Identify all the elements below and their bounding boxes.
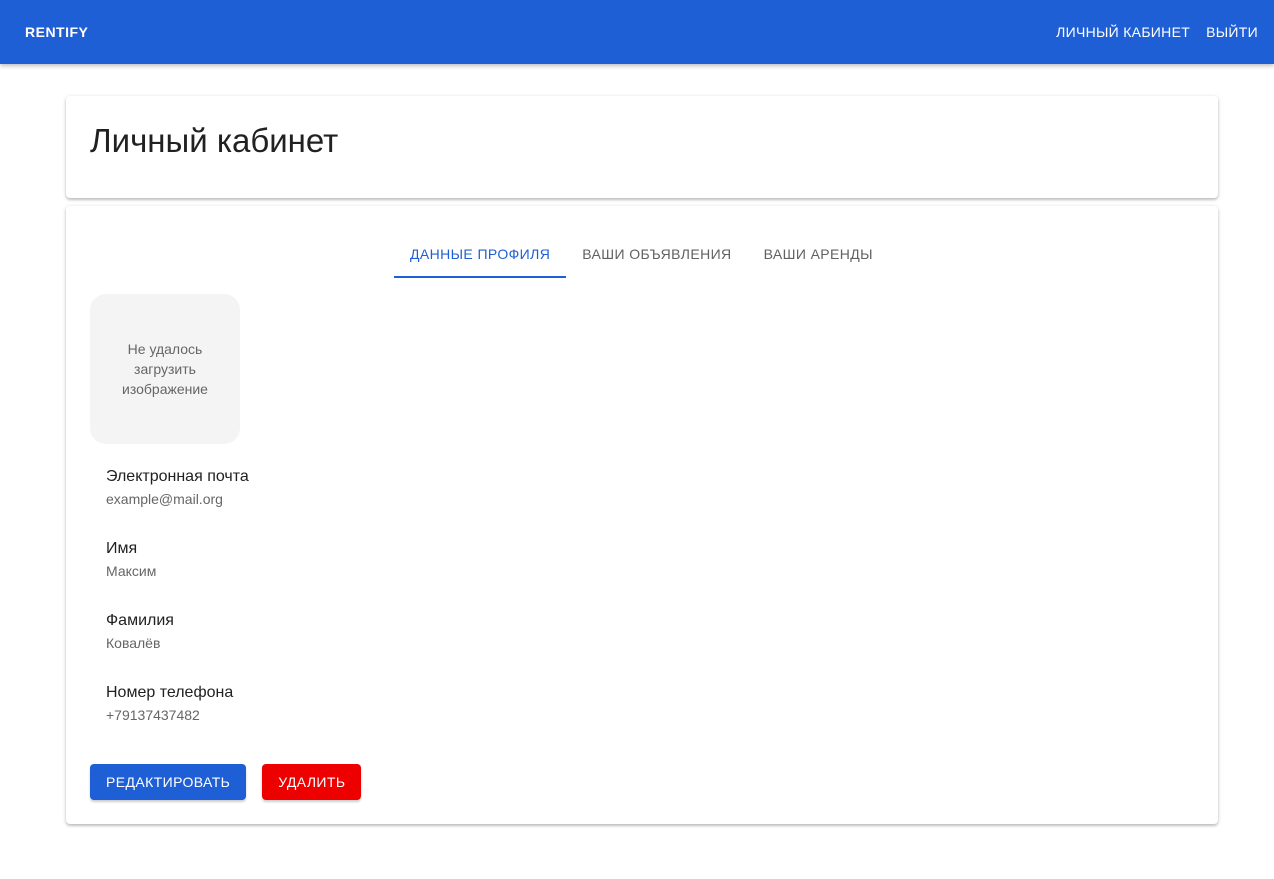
field-value: Максим [106, 563, 157, 579]
page-title: Личный кабинет [90, 122, 339, 159]
edit-button[interactable]: РЕДАКТИРОВАТЬ [90, 764, 247, 800]
app-bar: RENTIFY ЛИЧНЫЙ КАБИНЕТ ВЫЙТИ [0, 0, 1274, 64]
profile-fields: Электронная почта example@mail.org Имя М… [106, 466, 249, 754]
action-bar: РЕДАКТИРОВАТЬ УДАЛИТЬ [90, 764, 377, 800]
delete-button[interactable]: УДАЛИТЬ [262, 764, 362, 800]
field-label: Номер телефона [106, 684, 234, 701]
avatar: Не удалось загрузить изображение [90, 294, 240, 444]
field-value: +79137437482 [106, 707, 200, 723]
field-value: example@mail.org [106, 491, 223, 507]
field-label: Фамилия [106, 612, 174, 629]
field-label: Имя [106, 540, 138, 557]
tab-profile-data[interactable]: ДАННЫЕ ПРОФИЛЯ [394, 230, 567, 278]
nav-account-link[interactable]: ЛИЧНЫЙ КАБИНЕТ [1056, 24, 1190, 40]
title-card: Личный кабинет [66, 96, 1218, 198]
avatar-error-text: Не удалось загрузить изображение [122, 341, 208, 397]
profile-card: ДАННЫЕ ПРОФИЛЯ ВАШИ ОБЪЯВЛЕНИЯ ВАШИ АРЕН… [66, 206, 1218, 824]
top-nav: ЛИЧНЫЙ КАБИНЕТ ВЫЙТИ [1040, 24, 1258, 40]
brand-logo[interactable]: RENTIFY [25, 24, 88, 40]
field-label: Электронная почта [106, 468, 249, 485]
field-email: Электронная почта example@mail.org [106, 466, 249, 538]
tab-your-rentals[interactable]: ВАШИ АРЕНДЫ [748, 230, 889, 278]
nav-logout-link[interactable]: ВЫЙТИ [1206, 24, 1258, 40]
field-value: Ковалёв [106, 635, 161, 651]
tab-your-listings[interactable]: ВАШИ ОБЪЯВЛЕНИЯ [566, 230, 747, 278]
field-first-name: Имя Максим [106, 538, 249, 610]
tab-bar: ДАННЫЕ ПРОФИЛЯ ВАШИ ОБЪЯВЛЕНИЯ ВАШИ АРЕН… [394, 230, 889, 278]
field-phone: Номер телефона +79137437482 [106, 682, 249, 754]
field-last-name: Фамилия Ковалёв [106, 610, 249, 682]
